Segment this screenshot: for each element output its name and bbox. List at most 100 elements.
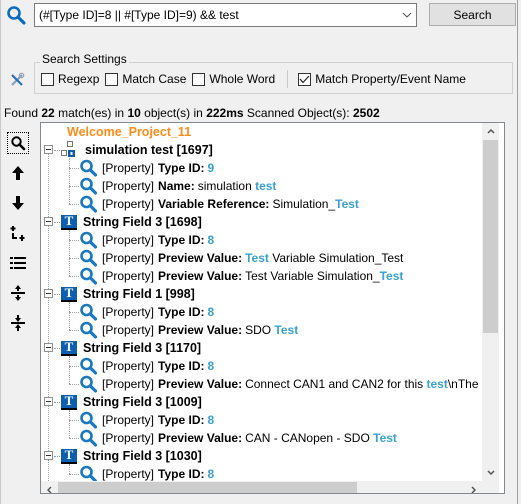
previous-match-button[interactable] <box>7 162 29 184</box>
tree-root[interactable]: Welcome_Project_11 <box>67 123 191 141</box>
text-field-icon: T <box>61 285 77 302</box>
property-prefix: [Property] <box>102 197 155 211</box>
property-row[interactable]: [Property] Preview Value: Connect CAN1 and… <box>79 375 481 393</box>
property-row[interactable]: [Property] Type ID: 8 <box>79 303 214 321</box>
tree-guide-line <box>48 145 49 481</box>
match-highlight: Test <box>379 269 404 283</box>
tree-guide-line <box>54 348 60 349</box>
match-highlight: 8 <box>207 359 215 373</box>
property-row[interactable]: [Property] Name: simulation test <box>79 177 276 195</box>
expand-icon <box>11 285 25 301</box>
search-query-text[interactable]: (#[Type ID]=8 || #[Type ID]=9) && test <box>39 8 398 22</box>
property-row[interactable]: [Property] Type ID: 8 <box>79 357 214 375</box>
tools-icon[interactable] <box>9 72 25 88</box>
find-button[interactable] <box>7 132 29 154</box>
property-match-icon <box>80 321 97 339</box>
property-name: Preview Value: <box>158 431 243 445</box>
search-button[interactable]: Search <box>429 3 516 26</box>
collapse-toggle[interactable] <box>44 451 53 460</box>
tree-object-row[interactable]: T String Field 3 [1698] <box>61 213 202 231</box>
checkbox-box[interactable] <box>192 72 206 86</box>
tree-guide-line <box>54 294 60 295</box>
next-match-button[interactable] <box>7 192 29 214</box>
search-results-tree[interactable]: Welcome_Project_11 simulation test [1697… <box>40 122 505 494</box>
whole-word-checkbox[interactable]: Whole Word <box>192 72 275 86</box>
tree-guide-line <box>54 456 60 457</box>
checkbox-box[interactable] <box>105 72 119 86</box>
object-count: 10 <box>127 106 141 120</box>
tree-object-row[interactable]: T String Field 1 [998] <box>61 285 195 303</box>
match-highlight: test <box>255 179 277 193</box>
object-label: simulation test [1697] <box>85 143 213 157</box>
property-row[interactable]: [Property] Variable Reference: Simulation_… <box>79 195 359 213</box>
property-prefix: [Property] <box>102 359 155 373</box>
hierarchy-button[interactable] <box>7 222 29 244</box>
property-value: 8 <box>207 359 214 373</box>
status-text: object(s) in <box>144 106 203 120</box>
arrow-up-icon <box>12 166 24 180</box>
property-prefix: [Property] <box>102 413 155 427</box>
scroll-right-arrow-icon[interactable] <box>465 481 482 493</box>
match-highlight: Test <box>373 431 397 445</box>
regexp-checkbox[interactable]: Regexp <box>41 72 99 86</box>
property-row[interactable]: [Property] Preview Value: CAN - CANopen - … <box>79 429 397 447</box>
collapse-all-button[interactable] <box>7 312 29 334</box>
search-status: Found 22 match(es) in 10 object(s) in 22… <box>4 106 380 120</box>
collapse-toggle[interactable] <box>44 289 53 298</box>
collapse-toggle[interactable] <box>44 397 53 406</box>
tree-guide-line <box>69 230 70 276</box>
match-highlight: 9 <box>207 161 215 175</box>
match-highlight: 8 <box>207 467 215 481</box>
tree-guide-line <box>69 240 79 241</box>
tree-object-row[interactable]: T String Field 3 [1009] <box>61 393 202 411</box>
tree-object-row[interactable]: simulation test [1697] <box>61 141 213 159</box>
property-row[interactable]: [Property] Type ID: 8 <box>79 465 214 481</box>
tree-guide-line <box>69 464 70 474</box>
list-view-button[interactable] <box>7 252 29 274</box>
value-text: Connect CAN1 and CAN2 for this <box>245 377 427 391</box>
vertical-scrollbar[interactable] <box>482 123 499 481</box>
match-case-label: Match Case <box>122 72 187 86</box>
tree-guide-line <box>69 312 79 313</box>
scroll-up-arrow-icon[interactable] <box>482 123 499 140</box>
property-row[interactable]: [Property] Preview Value: Test Variable Si… <box>79 249 403 267</box>
tree-guide-line <box>69 168 79 169</box>
object-label: String Field 1 [998] <box>83 287 195 301</box>
horizontal-scrollbar[interactable] <box>41 481 482 493</box>
property-row[interactable]: [Property] Type ID: 8 <box>79 231 214 249</box>
property-row[interactable]: [Property] Type ID: 8 <box>79 411 214 429</box>
property-row[interactable]: [Property] Preview Value: Test Variable Si… <box>79 267 403 285</box>
checkbox-box[interactable] <box>41 72 54 86</box>
property-name: Preview Value: <box>158 323 243 337</box>
scrollbar-corner <box>482 481 499 493</box>
match-case-checkbox[interactable]: Match Case <box>105 72 186 86</box>
match-highlight: 8 <box>207 305 215 319</box>
match-property-name-checkbox[interactable]: Match Property/Event Name <box>298 72 466 86</box>
scroll-left-arrow-icon[interactable] <box>41 481 58 493</box>
collapse-toggle[interactable] <box>44 343 53 352</box>
search-query-combobox[interactable]: (#[Type ID]=8 || #[Type ID]=9) && test <box>34 3 417 27</box>
whole-word-label: Whole Word <box>209 72 276 86</box>
tree-object-row[interactable]: T String Field 3 [1170] <box>61 339 201 357</box>
property-row[interactable]: [Property] Preview Value: SDO Test <box>79 321 298 339</box>
tree-object-row[interactable]: T String Field 3 [1030] <box>61 447 202 465</box>
magnifier-icon <box>11 136 26 151</box>
vertical-scrollbar-thumb[interactable] <box>483 140 498 333</box>
checkbox-box[interactable] <box>298 72 312 86</box>
scroll-down-arrow-icon[interactable] <box>482 464 499 481</box>
object-label: String Field 3 [1030] <box>83 449 202 463</box>
collapse-toggle[interactable] <box>44 145 53 154</box>
expand-all-button[interactable] <box>7 282 29 304</box>
chevron-down-icon[interactable] <box>398 4 416 26</box>
property-value: Test Variable Simulation_Test <box>245 251 403 265</box>
property-row[interactable]: [Property] Type ID: 9 <box>79 159 214 177</box>
tree-guide-line <box>54 402 60 403</box>
scanned-count: 2502 <box>352 106 380 120</box>
horizontal-scrollbar-thumb[interactable] <box>58 482 357 493</box>
property-value: SDO Test <box>245 323 298 337</box>
property-prefix: [Property] <box>102 161 155 175</box>
value-text: Variable Simulation_Test <box>268 251 404 265</box>
tree-guide-line <box>69 474 79 475</box>
collapse-toggle[interactable] <box>44 217 53 226</box>
property-match-icon <box>80 249 97 267</box>
